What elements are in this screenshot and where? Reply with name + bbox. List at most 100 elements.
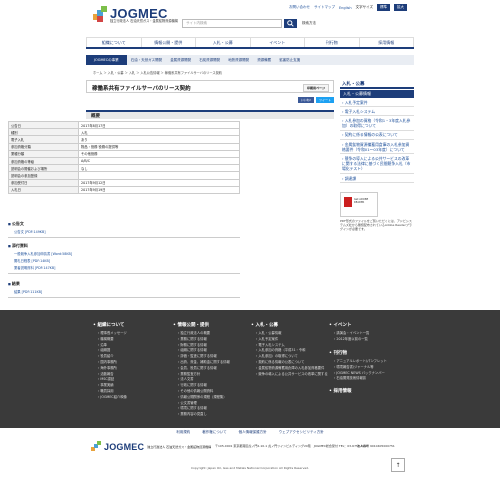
share-buttons: いいね! ツイート	[297, 97, 334, 103]
overview-label: 公告日	[8, 120, 79, 130]
sidebar-item[interactable]: 入札参加の資格（令和1・3年度入札参加）の取得について	[340, 116, 414, 131]
footer-column-heading[interactable]: 情報公開・提供	[173, 322, 230, 328]
overview-table: 公告日 2017年8月17日 種別 入札 電子入札 あり 参加資格分類 物品・役務 役務の提供…	[8, 120, 240, 194]
overview-row: 公告日 2017年8月17日	[8, 120, 240, 130]
overview-label: 参加資格分類	[8, 142, 79, 151]
nav-recruit[interactable]: 採用情報	[360, 38, 414, 47]
page-title: 稼働系共有ファイルサーバのリース契約	[92, 86, 191, 92]
footer-column-heading[interactable]: 採用情報	[329, 388, 351, 394]
sitemap-link[interactable]: サイトマップ	[314, 5, 335, 10]
sidebar-item[interactable]: 競争の導入による公共サービスの改革に関する法律に基づく民間競争入札（市場化テスト…	[340, 154, 414, 175]
subnav-oil-gas[interactable]: 石油・天然ガス開発	[127, 55, 167, 65]
search-help-link[interactable]: 検索方法	[302, 21, 316, 26]
footer-column: 入札・公募入札・公募情報入札予定案件電子入札システム入札参加の資格（平成31・令…	[251, 322, 328, 377]
footer-link[interactable]: 出資、資金、補助金に関する情報	[178, 360, 229, 366]
subnav-mine-pollution[interactable]: 鉱害防止支援	[275, 55, 304, 65]
attachment-heading: 公告文	[8, 221, 240, 227]
overview-label: 業種分類	[8, 149, 79, 158]
footer-link[interactable]: アニュアルレポート/パンフレット	[334, 359, 386, 365]
footer-link[interactable]: 業務内容の見直し	[178, 412, 230, 418]
footer-link[interactable]: 2012年度以前の一覧	[334, 337, 369, 343]
nav-bidding[interactable]: 入札・公募	[196, 38, 251, 47]
utility-links: お問い合わせ サイトマップ English 文字サイズ 標準 拡大	[289, 4, 407, 11]
footer-link[interactable]: 競争の導入による公共サービスの改革に関する法律に基づく民間競争入札（市場化テスト…	[256, 372, 328, 378]
overview-value: 2017年9月12日	[78, 178, 240, 187]
attachment-link[interactable]: 開札日程表 [PDF:14KB]	[14, 258, 240, 263]
attachment-heading: 結果	[8, 281, 240, 287]
footer-column-heading[interactable]: 入札・公募	[251, 322, 328, 328]
attachment-link[interactable]: 公告文 [PDF:149KB]	[14, 229, 240, 234]
footer-link[interactable]: 情報公開関係の規程（規程集）	[178, 395, 230, 401]
copyright-link[interactable]: 著作権について	[202, 430, 226, 435]
sidebar-item[interactable]: 調達課	[340, 174, 414, 184]
overview-label: 説明会の開催および場所	[8, 164, 79, 173]
overview-value: A/B/C	[78, 156, 240, 166]
business-nav: JOGMECの事業 石油・天然ガス開発 金属資源開発 石炭資源開発 地熱資源開発…	[86, 55, 414, 65]
footer-column: 情報公開・提供独立行政法人の概要業務に関する情報財務に関する情報組織に関する情報…	[173, 322, 230, 418]
sidebar-heading: 入札・公募	[340, 80, 414, 89]
global-nav: 組織について 情報公開・提供 入札・公募 イベント 刊行物 採用情報	[86, 37, 414, 49]
subnav-geothermal[interactable]: 地熱資源開発	[224, 55, 253, 65]
subnav-coal[interactable]: 石炭資源開発	[195, 55, 224, 65]
overview-value: 2017年9月19日	[78, 185, 240, 194]
footer-link[interactable]: 講演会・イベント一覧	[334, 331, 369, 337]
attachment-link[interactable]: 業者説明資料 [PDF:147KB]	[14, 265, 240, 270]
breadcrumb[interactable]: ホーム ＞ 入札・公募 ＞ 入札 ＞ 入札公告情報 ＞ 稼働系共有ファイルサーバ…	[93, 70, 222, 75]
contact-link[interactable]: お問い合わせ	[289, 5, 310, 10]
nav-publications[interactable]: 刊行物	[305, 38, 360, 47]
main-content: 稼働系共有ファイルサーバのリース契約 印刷用ページ いいね! ツイート 概要	[86, 80, 334, 119]
overview-row: 電子入札 あり	[8, 135, 240, 144]
attachment-section-notice: 公告文 公告文 [PDF:149KB]	[8, 221, 240, 238]
footer-logo: JOGMEC 独立行政法人 石油天然ガス・金属鉱物資源機構	[91, 441, 211, 453]
logo-mark-icon	[93, 6, 107, 22]
sidebar-item[interactable]: 金属鉱物資源備蓄用倉庫の入札参加資格要件（令和01〜03年度）について	[340, 140, 414, 155]
sidebar-item[interactable]: 契約に係る情報の公表について	[340, 131, 414, 141]
nav-organization[interactable]: 組織について	[86, 38, 142, 47]
attachment-link[interactable]: 結果 [PDF:111KB]	[14, 289, 240, 294]
subnav-stockpile[interactable]: 資源備蓄	[253, 55, 275, 65]
overview-row: 参加資格の等級 A/B/C	[8, 156, 240, 166]
sidebar-item[interactable]: 電子入札システム	[340, 107, 414, 117]
footer-column-heading[interactable]: 組織について	[93, 322, 127, 328]
search-button[interactable]	[284, 19, 297, 28]
privacy-link[interactable]: 個人情報保護方針	[239, 430, 267, 435]
facebook-like-button[interactable]: いいね!	[297, 97, 314, 103]
footer-column-heading[interactable]: 刊行物	[329, 350, 387, 356]
footer-logo-mark-icon	[91, 441, 101, 453]
overview-row: 業種分類 その他役務	[8, 149, 240, 158]
site-logo[interactable]: JOGMEC 独立行政法人 石油天然ガス・金属鉱物資源機構	[93, 6, 178, 23]
footer-column-heading[interactable]: イベント	[329, 322, 369, 328]
footer-address: 〒105-0001 東京都港区虎ノ門2-10-1 虎ノ門ツインビルディング20階…	[215, 444, 369, 448]
adobe-reader-banner[interactable]: Get ADOBE READER	[340, 192, 378, 218]
overview-label: 種別	[8, 128, 79, 137]
accessibility-link[interactable]: ウェブアクセシビリティ方針	[279, 430, 324, 435]
footer-bottom: 利用規約 著作権について 個人情報保護方針 ウェブアクセシビリティ方針 JOGM…	[0, 428, 500, 478]
print-button[interactable]: 印刷用ページ	[303, 84, 329, 92]
font-normal-button[interactable]: 標準	[377, 4, 390, 11]
tweet-button[interactable]: ツイート	[315, 97, 334, 103]
terms-link[interactable]: 利用規約	[176, 430, 190, 435]
english-link[interactable]: English	[339, 6, 352, 10]
footer-logo-subtitle: 独立行政法人 石油天然ガス・金属鉱物資源機構	[147, 445, 212, 449]
overview-value	[78, 171, 240, 180]
footer-link[interactable]: 理事長メッセージ	[98, 331, 127, 337]
nav-disclosure[interactable]: 情報公開・提供	[142, 38, 196, 47]
sidebar-item-selected[interactable]: 入札・公募情報	[340, 90, 414, 98]
attachment-link[interactable]: 一般競争入札参加申請書 [Word:58KB]	[14, 251, 240, 256]
sidebar-item[interactable]: 入札予定案件	[340, 98, 414, 108]
footer-link[interactable]: 石油開発技術情報誌	[334, 376, 387, 382]
attachment-section-result: 結果 結果 [PDF:111KB]	[8, 281, 240, 298]
footer-column: 組織について理事長メッセージ機構概要沿革組織図役員紹介国内事務所海外事務所活動報…	[93, 322, 127, 401]
overview-value: 入札	[78, 128, 240, 137]
subnav-metals[interactable]: 金属資源開発	[166, 55, 195, 65]
corporate-number: 法人番号 9010405000751	[357, 444, 395, 448]
subnav-business[interactable]: JOGMECの事業	[86, 55, 127, 65]
adobe-note: PDF形式のファイルをご覧いただくには、アドビシステムズ社から無償配布されている…	[340, 219, 412, 232]
back-to-top-button[interactable]: ↑	[391, 458, 405, 472]
font-large-button[interactable]: 拡大	[394, 4, 407, 11]
footer-link[interactable]: JOGMEC紹介映像	[98, 395, 127, 401]
nav-events[interactable]: イベント	[251, 38, 305, 47]
overview-value: その他役務	[78, 149, 240, 158]
footer-link[interactable]: 金属鉱物資源備蓄用倉庫の入札参加資格要件	[256, 366, 328, 372]
search-input[interactable]: サイト内検索	[182, 19, 282, 28]
